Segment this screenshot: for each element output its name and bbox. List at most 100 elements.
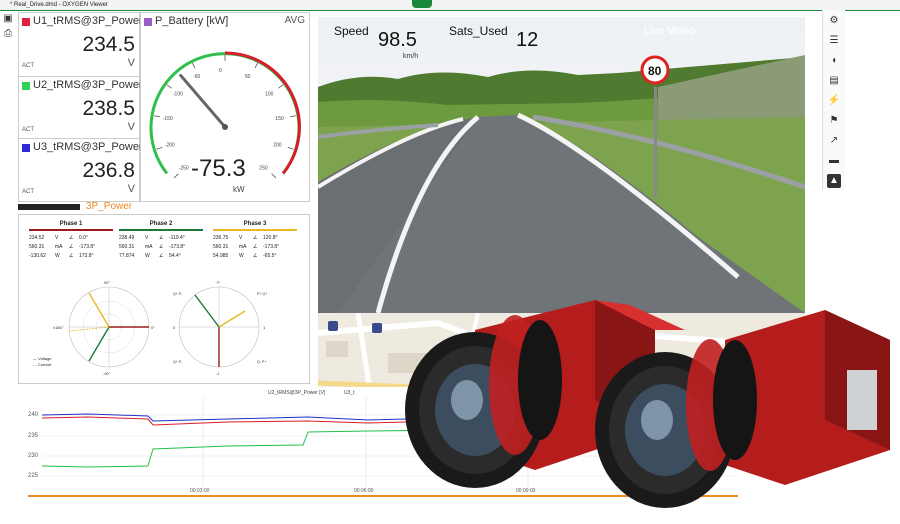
svg-text:P+ Q+: P+ Q+ — [257, 292, 267, 296]
strip-toolbar[interactable] — [18, 204, 80, 210]
strip-label: 3P_Power — [86, 201, 133, 212]
gauge-tick-mark — [166, 84, 172, 89]
svg-text:0: 0 — [173, 325, 176, 330]
gauge-needle — [179, 73, 227, 129]
gauge-tick-label: 50 — [245, 74, 251, 80]
camera-product-image — [405, 300, 890, 508]
gauge-tick-mark — [271, 173, 277, 179]
phase-1-table: Phase 1 234.52 V ∠ 0.0° 560.31 mA ∠ -173.8° -1… — [29, 221, 113, 261]
speed-label: Speed — [334, 24, 369, 38]
gauge-tick-label: 200 — [273, 143, 282, 149]
right-toolbar: ⚙ ☰ ◖ ▤ ⚡ ⚑ ↗ ▬ ▲ — [822, 10, 845, 190]
instrument-strip: 3P_Power — [18, 201, 140, 213]
meter-value: 238.5 — [82, 97, 135, 120]
speed-value: 98.5 — [378, 29, 417, 51]
phasor-v2 — [88, 326, 110, 362]
list-icon[interactable]: ☰ — [827, 34, 841, 48]
phasor-diagram-voltage: 90° -90° ±180° 0° — [53, 280, 155, 376]
gauge-tick-label: -50 — [193, 74, 200, 80]
triangle-icon[interactable]: ▲ — [827, 174, 841, 188]
report-icon[interactable]: ▤ — [827, 74, 841, 88]
phase-row: 560.31 mA ∠ -173.8° — [119, 244, 186, 250]
phase-row: 54.985 W ∠ -65.5° — [213, 253, 277, 259]
meter-unit: V — [127, 183, 135, 195]
meter-tag: ACT — [22, 189, 34, 195]
meter-name: U2_tRMS@3P_Power — [33, 79, 143, 91]
title-tab-handle[interactable] — [412, 0, 432, 8]
phase-row: 238.49 V ∠ -119.4° — [119, 235, 185, 241]
phasor-legend: — Voltage - - Current — [33, 356, 52, 367]
phase-row: 77.874 W ∠ 54.4° — [119, 253, 181, 259]
svg-text:1: 1 — [263, 325, 266, 330]
gauge-tick-label: 150 — [275, 116, 284, 122]
u1-color-swatch — [22, 18, 30, 26]
phase-2-table: Phase 2 238.49 V ∠ -119.4° 560.31 mA ∠ -173.8°… — [119, 221, 203, 261]
gauge-tick-label: -250 — [179, 165, 189, 171]
meter-tag: ACT — [22, 63, 34, 69]
gauge-tick-mark — [156, 147, 163, 150]
gauge-tick-mark — [153, 115, 160, 118]
svg-text:Q- P+: Q- P+ — [257, 360, 266, 364]
live-video-panel[interactable]: 80 — [318, 17, 805, 313]
gauge-tick-mark — [254, 62, 259, 69]
gauge-tick-mark — [191, 62, 196, 69]
gauge-hub — [222, 124, 228, 130]
svg-text:±180°: ±180° — [53, 325, 64, 330]
gear-icon[interactable]: ⚙ — [827, 14, 841, 28]
gauge-unit: kW — [233, 185, 245, 194]
meter-card-u1[interactable]: U1_tRMS@3P_Power 234.5 V ACT — [18, 12, 143, 78]
u2-color-swatch — [22, 82, 30, 90]
live-video-label: Live Video — [644, 25, 696, 37]
car-icon[interactable]: ▬ — [827, 154, 841, 168]
svg-text:90°: 90° — [104, 280, 110, 285]
print-icon[interactable]: ⎙ — [2, 28, 14, 40]
phase-row: 236.75 V ∠ 120.8° — [213, 235, 278, 241]
phasor-i — [68, 326, 110, 332]
phase-3-table: Phase 3 236.75 V ∠ 120.8° 560.31 mA ∠ -173.8° … — [213, 221, 297, 261]
left-toolbar: ▣ ⎙ — [0, 10, 16, 50]
meter-card-u2[interactable]: U2_tRMS@3P_Power 238.5 V ACT — [18, 76, 143, 140]
power-phases-panel[interactable]: Phase 1 234.52 V ∠ 0.0° 560.31 mA ∠ -173.8° -1… — [18, 214, 310, 384]
speed-sign-text: 80 — [648, 64, 662, 78]
phase-title: Phase 1 — [59, 221, 83, 227]
phasor-diagram-power: P -1 0 1 Q+ P- P+ Q+ Q+ P- Q- P+ — [173, 280, 267, 376]
gauge-tick-label: 0 — [219, 68, 222, 74]
phase-row: 560.31 mA ∠ -173.8° — [213, 244, 280, 250]
export-icon[interactable]: ↗ — [827, 134, 841, 148]
gauge-tick-mark — [173, 173, 179, 179]
power-phasor-3 — [218, 310, 246, 328]
phase-color-bar — [119, 229, 203, 231]
lightning-icon[interactable]: ⚡ — [827, 94, 841, 108]
meter-value: 234.5 — [82, 33, 135, 56]
gauge-icon[interactable]: ◖ — [827, 54, 841, 68]
svg-text:-90°: -90° — [103, 371, 111, 376]
phase-title: Phase 2 — [149, 221, 173, 227]
flag-icon[interactable]: ⚑ — [827, 114, 841, 128]
meter-value: 236.8 — [82, 159, 135, 182]
phase-row: 560.31 mA ∠ -173.8° — [29, 244, 96, 250]
svg-text:-1: -1 — [216, 371, 220, 376]
svg-text:Q+ P-: Q+ P- — [173, 360, 183, 364]
speed-unit: km/h — [403, 53, 419, 60]
battery-power-gauge[interactable]: P_Battery [kW] AVG -250 -200 -150 -100 -50 0 5… — [140, 12, 310, 202]
sats-label: Sats_Used — [449, 24, 508, 38]
gauge-tick-label: -100 — [173, 91, 183, 97]
x-tick: 00:03:00 — [190, 488, 210, 494]
meter-name: U1_tRMS@3P_Power — [33, 15, 143, 27]
gauge-tick-label: 250 — [259, 165, 268, 171]
title-bar: * Real_Drive.dmd - OXYGEN Viewer — [0, 0, 900, 11]
svg-text:P: P — [217, 280, 220, 285]
phase-row: -130.62 W ∠ 173.8° — [29, 253, 94, 259]
gauge-tick-label: -200 — [165, 143, 175, 149]
meter-card-u3[interactable]: U3_tRMS@3P_Power 236.8 V ACT — [18, 138, 143, 202]
gauge-value: -75.3 — [191, 155, 246, 182]
u3-color-swatch — [22, 144, 30, 152]
gauge-tick-mark — [287, 147, 294, 150]
layers-icon[interactable]: ▣ — [2, 13, 14, 25]
svg-text:Q+ P-: Q+ P- — [173, 292, 183, 296]
gauge-tick-label: -150 — [163, 116, 173, 122]
video-frame: 80 — [318, 17, 805, 313]
meter-unit: V — [127, 57, 135, 69]
gauge-tick-mark — [278, 84, 284, 89]
gauge-tick-label: 100 — [265, 91, 274, 97]
